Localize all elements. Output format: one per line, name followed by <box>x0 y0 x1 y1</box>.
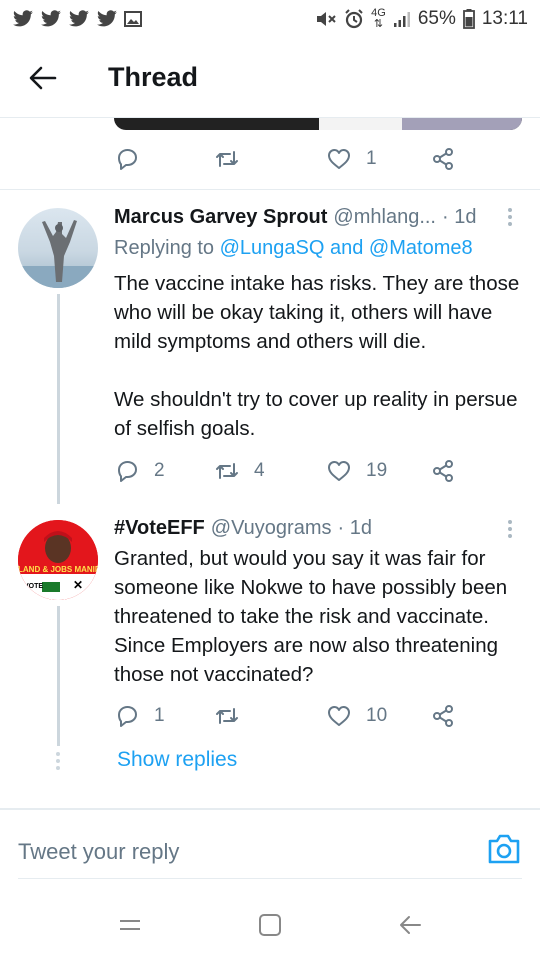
display-name[interactable]: Marcus Garvey Sprout <box>114 206 327 229</box>
battery-percent: 65% <box>417 8 456 29</box>
avatar-vote-text: VOTE <box>24 583 44 590</box>
retweet-icon <box>216 708 238 724</box>
share-button[interactable] <box>430 703 456 729</box>
divider <box>0 189 540 190</box>
status-bar: 4G ⇅ 65% 13:11 <box>0 0 540 38</box>
signal-icon <box>393 12 410 27</box>
mute-icon <box>317 12 336 26</box>
like-count: 10 <box>366 705 388 726</box>
tweet-text: Granted, but would you say it was fair f… <box>114 547 513 686</box>
like-count: 19 <box>366 460 388 481</box>
gallery-notification-icon <box>124 11 142 27</box>
back-button[interactable] <box>0 38 86 118</box>
back-arrow-icon <box>400 916 421 934</box>
retweet-button[interactable] <box>214 703 326 729</box>
notification-icons <box>12 10 142 28</box>
like-button[interactable]: 19 <box>326 458 430 484</box>
battery-icon <box>462 9 475 29</box>
tweet-text: The vaccine intake has risks. They are t… <box>114 272 520 440</box>
tweet-actions: 1 10 <box>114 701 524 731</box>
retweet-count: 4 <box>254 460 265 481</box>
show-replies-link[interactable]: Show replies <box>117 748 237 772</box>
recent-apps-icon <box>120 920 140 930</box>
reply-count: 1 <box>154 705 165 726</box>
heart-icon <box>328 461 350 481</box>
reply-icon <box>118 706 137 727</box>
reply-icon <box>118 149 137 170</box>
reply-button[interactable]: 1 <box>114 703 214 729</box>
twitter-notification-icon <box>97 10 117 27</box>
top-app-bar: Thread <box>0 38 540 118</box>
like-button[interactable]: 1 <box>326 146 430 172</box>
twitter-notification-icon <box>69 10 89 27</box>
camera-button[interactable] <box>486 832 522 866</box>
tweet-reply-input[interactable] <box>18 838 438 866</box>
alarm-icon <box>345 9 363 29</box>
retweet-icon <box>216 463 238 479</box>
page-title: Thread <box>108 62 199 92</box>
like-button[interactable]: 10 <box>326 703 430 729</box>
thread-line <box>57 606 60 746</box>
share-button[interactable] <box>430 458 456 484</box>
reply-button[interactable] <box>114 146 214 172</box>
heart-icon <box>328 149 350 169</box>
avatar-banner-text: LAND & JOBS MANIFE <box>18 565 98 574</box>
reply-button[interactable]: 2 <box>114 458 214 484</box>
retweet-button[interactable] <box>214 146 326 172</box>
tweet-header: Marcus Garvey Sprout @mhlang... · 1d <box>114 206 476 229</box>
system-status: 4G ⇅ 65% 13:11 <box>315 8 528 30</box>
reply-count: 2 <box>154 460 165 481</box>
display-name[interactable]: #VoteEFF <box>114 517 205 540</box>
thread-dots <box>56 752 61 773</box>
more-options-button[interactable] <box>498 206 522 236</box>
home-icon <box>259 914 281 936</box>
retweet-icon <box>216 151 238 167</box>
divider <box>18 878 522 879</box>
system-back-button[interactable] <box>390 905 430 945</box>
share-button[interactable] <box>430 146 456 172</box>
retweet-button[interactable]: 4 <box>214 458 326 484</box>
tweet-header: #VoteEFF @Vuyograms · 1d <box>114 517 372 540</box>
camera-icon <box>488 834 520 864</box>
replying-to: Replying to @LungaSQ and @Matome8 <box>114 237 473 259</box>
share-icon <box>433 705 453 727</box>
tweet-time: · 1d <box>442 206 477 228</box>
arrow-left-icon <box>29 66 57 89</box>
previous-tweet-image[interactable] <box>114 118 522 130</box>
twitter-notification-icon <box>13 10 33 27</box>
share-icon <box>433 460 453 482</box>
replying-to-users[interactable]: @LungaSQ and @Matome8 <box>220 237 473 259</box>
user-handle[interactable]: @Vuyograms <box>211 517 332 540</box>
twitter-notification-icon <box>41 10 61 27</box>
statue-avatar-image <box>18 220 98 288</box>
clock: 13:11 <box>481 8 528 29</box>
tweet-actions: 2 4 19 <box>114 456 524 486</box>
thread-line <box>57 294 60 504</box>
network-type: 4G ⇅ <box>371 7 386 30</box>
recent-apps-button[interactable] <box>110 905 150 945</box>
tweet-time: · 1d <box>337 517 372 539</box>
avatar-cross-mark: ✕ <box>73 578 84 592</box>
share-icon <box>433 148 453 170</box>
system-navigation-bar <box>0 890 540 960</box>
avatar[interactable]: LAND & JOBS MANIFE VOTE ✕ <box>18 520 98 600</box>
home-button[interactable] <box>250 905 290 945</box>
user-handle[interactable]: @mhlang... <box>333 206 436 229</box>
reply-icon <box>118 461 137 482</box>
avatar[interactable] <box>18 208 98 288</box>
heart-icon <box>328 706 350 726</box>
divider <box>0 808 540 810</box>
previous-tweet-actions: 1 <box>114 144 524 174</box>
